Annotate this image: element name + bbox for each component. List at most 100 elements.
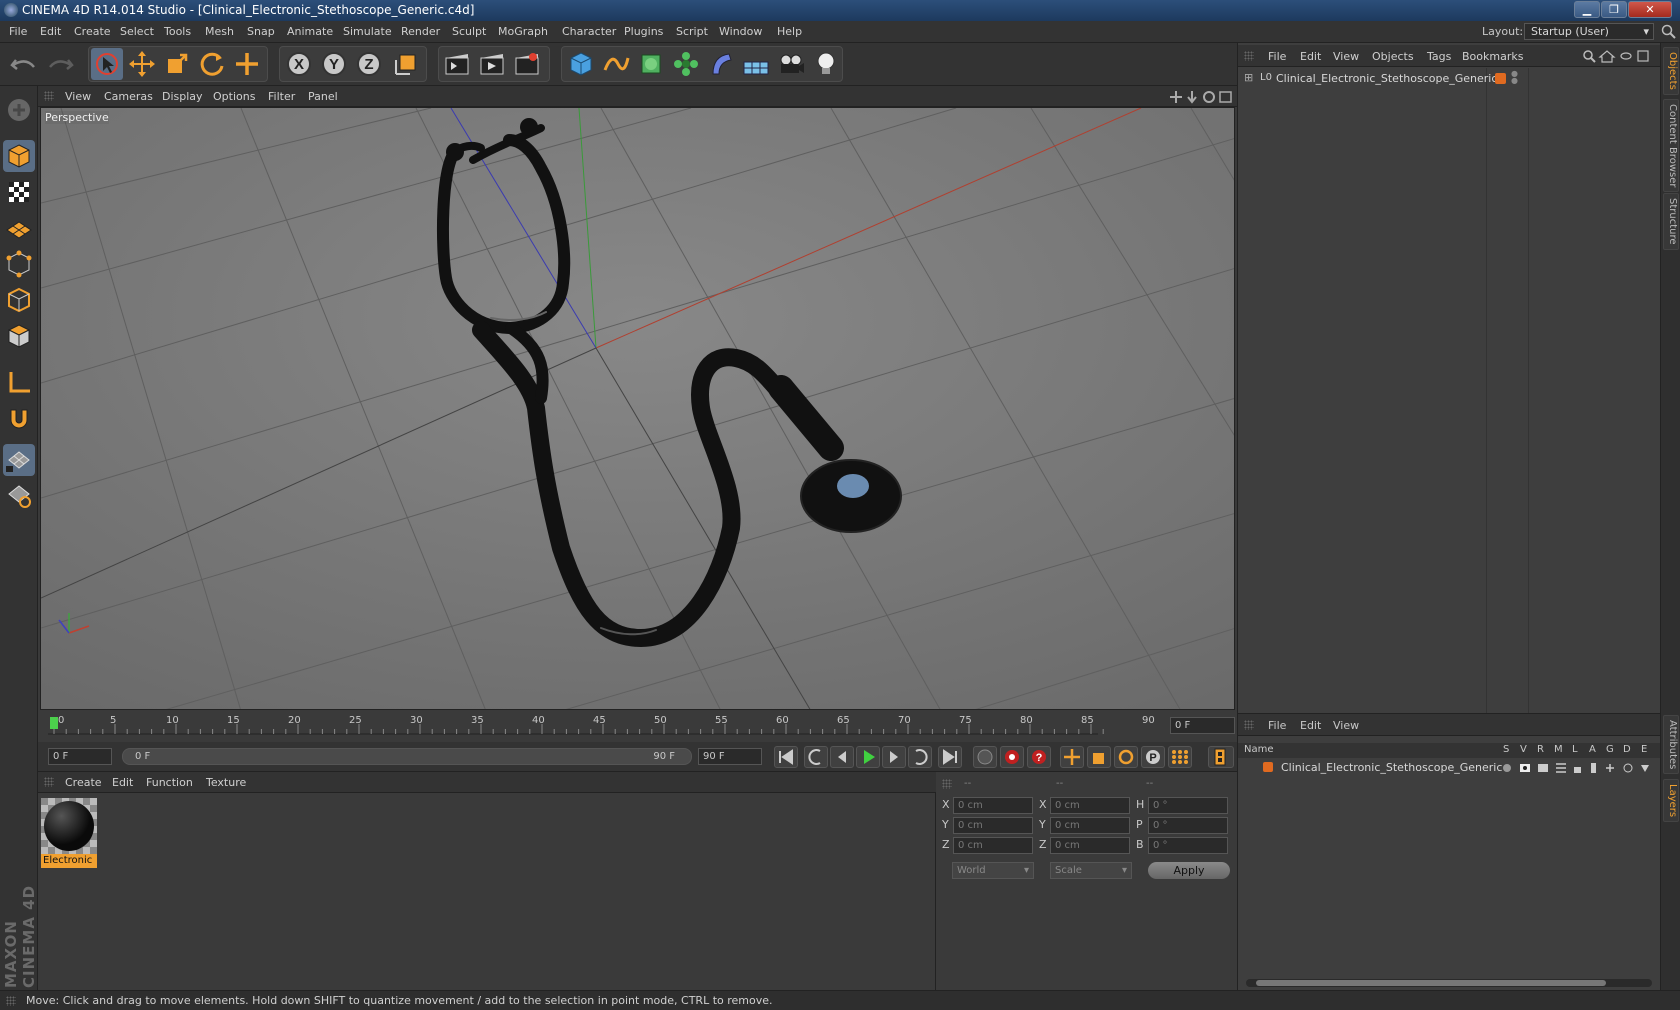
tab-objects[interactable]: Objects — [1663, 47, 1679, 95]
layer-horizontal-scrollbar[interactable] — [1246, 979, 1652, 987]
nurbs-button[interactable] — [635, 48, 667, 80]
point-mode-button[interactable] — [3, 248, 35, 280]
workplane-mode-button[interactable] — [3, 212, 35, 244]
panel-grip[interactable] — [44, 777, 54, 787]
cube-button[interactable] — [565, 48, 597, 80]
viewport-menu-panel[interactable]: Panel — [308, 90, 338, 103]
menu-sculpt[interactable]: Sculpt — [452, 25, 486, 38]
panel-grip[interactable] — [942, 779, 952, 789]
make-editable-button[interactable] — [3, 94, 35, 126]
snap-button[interactable] — [3, 402, 35, 434]
maximize-view-icon[interactable] — [1219, 91, 1232, 103]
animation-toggle-icon[interactable] — [1591, 763, 1596, 773]
deformer-button[interactable] — [705, 48, 737, 80]
layer-row[interactable]: Clinical_Electronic_Stethoscope_Generic — [1238, 759, 1661, 777]
menu-file[interactable]: File — [9, 25, 27, 38]
key-scale-button[interactable] — [1087, 746, 1111, 768]
menu-tools[interactable]: Tools — [164, 25, 191, 38]
material-menu-edit[interactable]: Edit — [112, 776, 133, 789]
live-selection-button[interactable] — [91, 48, 123, 80]
menu-character[interactable]: Character — [562, 25, 616, 38]
coordinate-system-button[interactable] — [390, 48, 422, 80]
previous-key-button[interactable] — [804, 746, 828, 768]
apply-button[interactable]: Apply — [1148, 862, 1230, 879]
size-mode-select[interactable]: Scale ▾ — [1050, 862, 1132, 879]
next-frame-button[interactable] — [882, 746, 906, 768]
floor-button[interactable] — [740, 48, 772, 80]
render-toggle-icon[interactable] — [1538, 764, 1548, 772]
search-icon[interactable] — [1661, 24, 1677, 40]
key-parameter-button[interactable]: P — [1141, 746, 1165, 768]
menu-animate[interactable]: Animate — [287, 25, 333, 38]
timeline-button[interactable] — [1208, 746, 1234, 768]
orbit-icon[interactable] — [1203, 91, 1215, 103]
menu-script[interactable]: Script — [676, 25, 708, 38]
timeline-ruler[interactable]: 0 5 10 15 20 25 30 35 40 45 50 55 60 65 … — [38, 712, 1237, 742]
expression-toggle-icon[interactable] — [1641, 765, 1649, 772]
menu-window[interactable]: Window — [719, 25, 762, 38]
rotation-h-field[interactable]: 0 ° — [1148, 797, 1228, 814]
menu-create[interactable]: Create — [74, 25, 111, 38]
size-z-field[interactable]: 0 cm — [1050, 837, 1130, 854]
layer-menu-edit[interactable]: Edit — [1300, 719, 1321, 732]
layer-name[interactable]: Clinical_Electronic_Stethoscope_Generic — [1281, 761, 1502, 774]
autokey-button[interactable] — [1000, 746, 1024, 768]
keyframe-selection-button[interactable]: ? — [1027, 746, 1051, 768]
expand-icon[interactable]: ⊞ — [1244, 71, 1253, 84]
z-axis-button[interactable]: Z — [353, 48, 385, 80]
menu-simulate[interactable]: Simulate — [343, 25, 392, 38]
zoom-icon[interactable] — [1187, 91, 1197, 104]
rotate-button[interactable] — [196, 48, 228, 80]
go-to-start-button[interactable] — [774, 746, 798, 768]
object-name[interactable]: Clinical_Electronic_Stethoscope_Generic — [1276, 72, 1497, 85]
maximize-button[interactable]: ❐ — [1601, 1, 1627, 18]
light-button[interactable] — [810, 48, 842, 80]
y-axis-button[interactable]: Y — [318, 48, 350, 80]
scrollbar-thumb[interactable] — [1256, 980, 1606, 986]
scale-button[interactable] — [161, 48, 193, 80]
render-settings-button[interactable] — [511, 48, 543, 80]
lock-toggle-icon[interactable] — [1574, 767, 1581, 773]
menu-select[interactable]: Select — [120, 25, 154, 38]
visibility-dots-icon[interactable]: ● ● — [1511, 70, 1518, 85]
x-axis-button[interactable]: X — [283, 48, 315, 80]
menu-plugins[interactable]: Plugins — [624, 25, 663, 38]
workplane-lock-button[interactable] — [3, 444, 35, 476]
spline-button[interactable] — [600, 48, 632, 80]
camera-button[interactable] — [775, 48, 807, 80]
menu-mesh[interactable]: Mesh — [205, 25, 234, 38]
previous-frame-button[interactable] — [830, 746, 854, 768]
view-toggle-icon[interactable] — [1520, 764, 1530, 772]
model-mode-button[interactable] — [3, 140, 35, 172]
material-menu-texture[interactable]: Texture — [206, 776, 246, 789]
eye-icon[interactable] — [1620, 52, 1632, 60]
object-row[interactable]: ⊞ L0 Clinical_Electronic_Stethoscope_Gen… — [1238, 70, 1661, 88]
layer-color-swatch[interactable] — [1263, 762, 1273, 772]
viewport-menu-display[interactable]: Display — [162, 90, 203, 103]
frame-range-slider[interactable]: 0 F 90 F — [122, 748, 692, 765]
key-pla-button[interactable] — [1168, 746, 1192, 768]
generator-toggle-icon[interactable] — [1606, 764, 1614, 772]
size-x-field[interactable]: 0 cm — [1050, 797, 1130, 814]
menu-edit[interactable]: Edit — [40, 25, 61, 38]
panel-grip[interactable] — [1244, 720, 1254, 730]
move-button[interactable] — [126, 48, 158, 80]
viewport-nav-icons[interactable] — [1169, 90, 1233, 104]
coordinate-mode-select[interactable]: World ▾ — [952, 862, 1034, 879]
position-z-field[interactable]: 0 cm — [953, 837, 1033, 854]
menu-snap[interactable]: Snap — [247, 25, 275, 38]
tab-content-browser[interactable]: Content Browser — [1663, 99, 1679, 193]
texture-mode-button[interactable] — [3, 176, 35, 208]
polygon-mode-button[interactable] — [3, 320, 35, 352]
viewport-menu-options[interactable]: Options — [213, 90, 255, 103]
layer-color-tag[interactable] — [1495, 73, 1506, 84]
current-frame-field[interactable]: 0 F — [1170, 717, 1235, 734]
play-button[interactable] — [856, 746, 880, 768]
solo-toggle-icon[interactable] — [1503, 764, 1511, 772]
undo-button[interactable] — [8, 48, 40, 80]
home-icon[interactable] — [1598, 50, 1616, 63]
viewport-menu-filter[interactable]: Filter — [268, 90, 295, 103]
viewport-menu-view[interactable]: View — [65, 90, 91, 103]
end-frame-field[interactable]: 90 F — [698, 748, 762, 765]
rotation-b-field[interactable]: 0 ° — [1148, 837, 1228, 854]
